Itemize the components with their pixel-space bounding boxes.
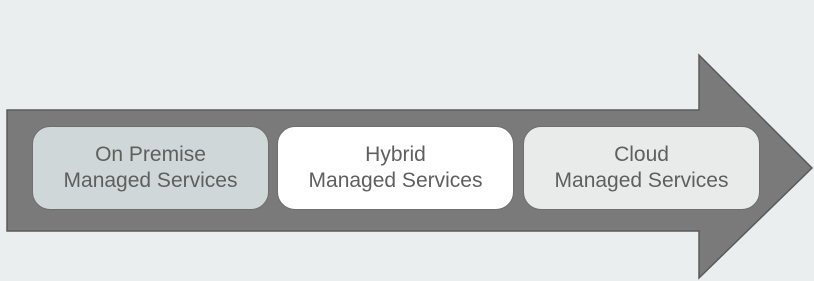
stage-hybrid-managed-services: Hybrid Managed Services: [277, 126, 514, 210]
stage-on-premise-managed-services: On Premise Managed Services: [32, 126, 269, 210]
stage-cloud-line1: Cloud: [614, 142, 669, 166]
stage-on-premise-line1: On Premise: [95, 142, 206, 166]
stage-hybrid-line2: Managed Services: [308, 169, 483, 192]
stage-hybrid-line1: Hybrid: [365, 142, 426, 166]
stage-cloud-managed-services: Cloud Managed Services: [523, 126, 760, 210]
stage-cloud-line2: Managed Services: [554, 169, 729, 192]
stage-on-premise-line2: Managed Services: [63, 169, 238, 192]
